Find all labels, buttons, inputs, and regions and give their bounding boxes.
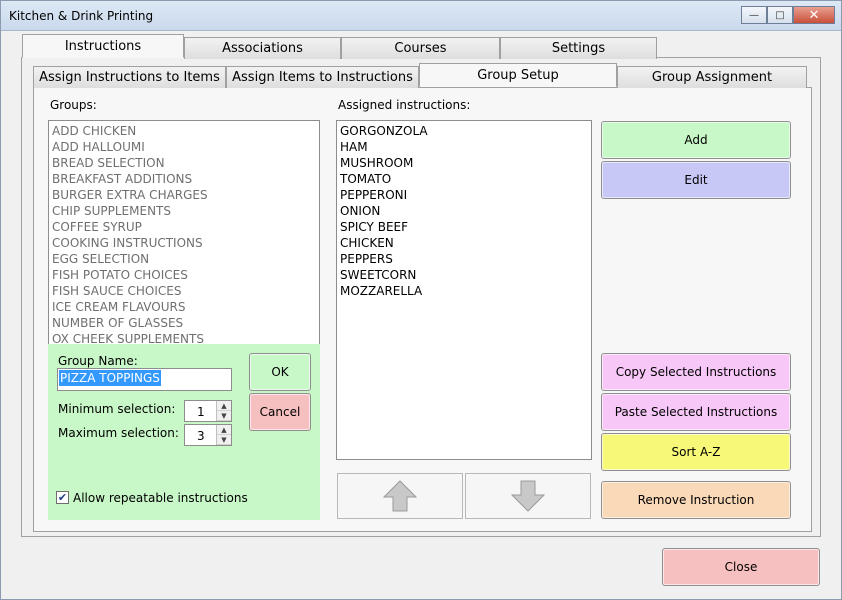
- maximum-selection-value: 3: [197, 429, 205, 443]
- maximum-selection-label: Maximum selection:: [58, 426, 179, 440]
- sort-a-z-button[interactable]: Sort A-Z: [601, 433, 791, 471]
- assigned-instruction-item[interactable]: GORGONZOLA: [340, 123, 591, 139]
- tab-assign-items-to-instructions[interactable]: Assign Items to Instructions: [226, 66, 419, 88]
- group-name-value: PIZZA TOPPINGS: [59, 370, 161, 386]
- group-name-label: Group Name:: [58, 354, 138, 368]
- minimize-icon[interactable]: —: [741, 6, 767, 24]
- groups-label: Groups:: [50, 98, 97, 112]
- close-window-icon[interactable]: ✕: [793, 6, 835, 24]
- assigned-instruction-item[interactable]: ONION: [340, 203, 591, 219]
- tab-group-assignment[interactable]: Group Assignment: [617, 66, 807, 88]
- window-controls: — □ ✕: [741, 6, 835, 24]
- minimum-selection-arrows: ▲ ▼: [216, 401, 231, 421]
- assigned-instruction-item[interactable]: SWEETCORN: [340, 267, 591, 283]
- group-list-item[interactable]: BURGER EXTRA CHARGES: [52, 187, 319, 203]
- assigned-instruction-item[interactable]: MUSHROOM: [340, 155, 591, 171]
- repeatable-label: Allow repeatable instructions: [73, 491, 248, 505]
- assigned-instructions-label: Assigned instructions:: [338, 98, 471, 112]
- minimum-selection-stepper[interactable]: 1 ▲ ▼: [184, 400, 232, 422]
- spin-down-icon[interactable]: ▼: [217, 411, 231, 421]
- arrow-down-icon: [511, 480, 545, 512]
- group-list-item[interactable]: COFFEE SYRUP: [52, 219, 319, 235]
- minimum-selection-label: Minimum selection:: [58, 402, 176, 416]
- assigned-instructions-list[interactable]: GORGONZOLA HAM MUSHROOM TOMATO PEPPERONI ONIO…: [336, 120, 592, 460]
- groups-list[interactable]: ADD CHICKEN ADD HALLOUMI BREAD SELECTION BR…: [48, 120, 320, 346]
- group-list-item[interactable]: NUMBER OF GLASSES: [52, 315, 319, 331]
- title-bar: Kitchen & Drink Printing — □ ✕: [1, 1, 841, 31]
- group-list-item[interactable]: ADD HALLOUMI: [52, 139, 319, 155]
- group-list-item[interactable]: EGG SELECTION: [52, 251, 319, 267]
- assigned-instruction-item[interactable]: PEPPERS: [340, 251, 591, 267]
- repeatable-checkbox[interactable]: ✔: [56, 491, 69, 504]
- window-title: Kitchen & Drink Printing: [9, 9, 154, 23]
- group-list-item[interactable]: BREAKFAST ADDITIONS: [52, 171, 319, 187]
- assigned-instruction-item[interactable]: SPICY BEEF: [340, 219, 591, 235]
- arrow-up-icon: [383, 480, 417, 512]
- group-list-item[interactable]: ICE CREAM FLAVOURS: [52, 299, 319, 315]
- group-list-item[interactable]: COOKING INSTRUCTIONS: [52, 235, 319, 251]
- remove-instruction-button[interactable]: Remove Instruction: [601, 481, 791, 519]
- group-list-item[interactable]: ADD CHICKEN: [52, 123, 319, 139]
- spin-up-icon[interactable]: ▲: [217, 401, 231, 411]
- group-list-item[interactable]: BREAD SELECTION: [52, 155, 319, 171]
- group-list-item[interactable]: FISH SAUCE CHOICES: [52, 283, 319, 299]
- tab-group-setup[interactable]: Group Setup: [419, 63, 617, 87]
- assigned-instruction-item[interactable]: TOMATO: [340, 171, 591, 187]
- tab-assign-instructions-to-items[interactable]: Assign Instructions to Items: [33, 66, 226, 88]
- spin-up-icon[interactable]: ▲: [217, 425, 231, 435]
- assigned-instruction-item[interactable]: PEPPERONI: [340, 187, 591, 203]
- edit-button[interactable]: Edit: [601, 161, 791, 199]
- assigned-instruction-item[interactable]: MOZZARELLA: [340, 283, 591, 299]
- group-list-item[interactable]: FISH POTATO CHOICES: [52, 267, 319, 283]
- tab-instructions[interactable]: Instructions: [22, 34, 184, 58]
- move-up-button[interactable]: [337, 473, 463, 519]
- group-list-item[interactable]: CHIP SUPPLEMENTS: [52, 203, 319, 219]
- tab-associations[interactable]: Associations: [184, 37, 341, 59]
- assigned-instruction-item[interactable]: HAM: [340, 139, 591, 155]
- group-name-input[interactable]: PIZZA TOPPINGS: [57, 368, 232, 391]
- close-button[interactable]: Close: [662, 548, 820, 586]
- tab-settings[interactable]: Settings: [500, 37, 657, 59]
- maximum-selection-stepper[interactable]: 3 ▲ ▼: [184, 424, 232, 446]
- maximum-selection-arrows: ▲ ▼: [216, 425, 231, 445]
- add-button[interactable]: Add: [601, 121, 791, 159]
- assigned-instruction-item[interactable]: CHICKEN: [340, 235, 591, 251]
- spin-down-icon[interactable]: ▼: [217, 435, 231, 445]
- cancel-button[interactable]: Cancel: [249, 393, 311, 431]
- tab-courses[interactable]: Courses: [341, 37, 500, 59]
- copy-selected-instructions-button[interactable]: Copy Selected Instructions: [601, 353, 791, 391]
- paste-selected-instructions-button[interactable]: Paste Selected Instructions: [601, 393, 791, 431]
- maximize-icon[interactable]: □: [767, 6, 793, 24]
- move-down-button[interactable]: [465, 473, 591, 519]
- minimum-selection-value: 1: [197, 405, 205, 419]
- ok-button[interactable]: OK: [249, 353, 311, 391]
